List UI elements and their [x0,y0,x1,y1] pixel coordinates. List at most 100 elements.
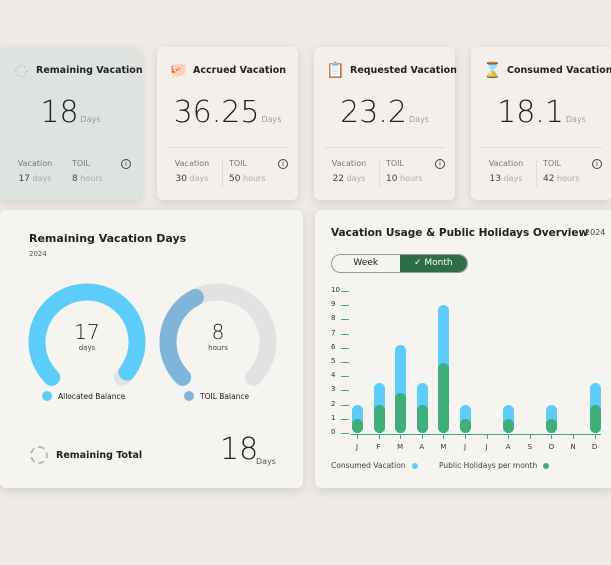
x-tick-label: J [485,443,488,451]
divider [379,159,380,187]
x-tick-mark [508,434,510,439]
info-icon[interactable]: i [435,159,445,169]
bar-public-holidays[interactable] [460,418,471,433]
y-tick-mark [341,333,349,335]
y-tick-mark [341,418,349,420]
bar-public-holidays[interactable] [546,418,558,433]
stat-card: ⌛ Consumed Vacation 18.1 Days Vacation 13 d… [471,47,611,200]
vacation-breakdown: Vacation 30 days [174,159,210,184]
stat-value: 18 Days [40,95,101,130]
card-title: Vacation Usage & Public Holidays Overvie… [331,227,589,239]
y-tick-label: 5 [331,357,336,365]
x-tick-mark [378,434,380,439]
info-icon[interactable]: i [121,159,131,169]
y-tick-mark [341,390,349,392]
x-tick-label: M [440,443,447,451]
stat-value: 36.25 Days [173,95,282,130]
stat-header: ◌ Remaining Vacation [12,61,143,79]
divider [481,147,602,148]
stat-title: Requested Vacation [350,64,457,76]
divider [222,159,223,187]
bar-public-holidays[interactable] [373,404,385,433]
x-tick-label: M [397,443,404,451]
x-tick-label: O [548,443,555,451]
y-tick-label: 4 [331,371,336,380]
remaining-total-label: Remaining Total [56,450,143,461]
x-tick-mark [551,434,553,439]
y-tick-label: 10 [331,286,340,294]
y-tick-mark [341,362,349,363]
stat-title: Remaining Vacation [36,64,143,76]
divider [65,159,66,187]
card-title: Remaining Vacation Days [29,232,187,245]
timer-icon: ◌ [14,61,28,79]
x-tick-label: D [591,443,598,451]
gauge-toil-value: 8 hours [208,320,228,352]
period-toggle: Week ✓ Month [331,254,468,273]
y-tick-label: 8 [331,314,336,323]
toil-breakdown: TOIL 50 hours [229,159,266,184]
stat-card: ◌ Remaining Vacation 18 Days Vacation 17 da… [0,47,143,200]
x-tick-label: J [463,443,467,451]
toil-breakdown: TOIL 8 hours [72,159,103,184]
usage-overview-card: Vacation Usage & Public Holidays Overvie… [315,210,611,488]
legend-consumed: Consumed Vacation [331,461,418,470]
info-icon[interactable]: i [278,159,288,169]
remaining-total-unit: Days [256,457,276,466]
x-tick-label: J [355,443,359,451]
card-year: 2024 [29,250,47,258]
x-tick-label: N [570,443,576,451]
x-tick-label: A [419,443,425,451]
x-tick-mark [465,434,466,439]
y-tick-label: 3 [331,385,336,394]
y-tick-label: 0 [331,428,336,436]
x-axis [351,434,601,435]
y-tick-mark [341,404,349,406]
vacation-breakdown: Vacation 22 days [331,159,367,184]
info-icon[interactable]: i [592,159,602,169]
y-tick-mark [341,305,349,307]
card-year: 2024 [585,228,606,237]
x-tick-mark [357,434,358,439]
x-tick-mark [421,434,423,439]
stat-card: 📋 Requested Vacation 23.2 Days Vacation 22 … [314,47,457,200]
stat-card: 🐖 Accrued Vacation 36.25 Days Vacation 30 d… [157,47,298,200]
piggy-bank-icon: 🐖 [169,61,188,79]
timer-icon [30,446,48,464]
y-tick-label: 7 [331,328,336,337]
bar-public-holidays[interactable] [503,418,515,433]
bar-public-holidays[interactable] [589,404,601,433]
x-tick-label: A [505,443,511,451]
x-tick-label: F [376,443,381,451]
x-tick-mark [443,434,445,439]
y-tick-mark [341,433,349,434]
legend-holidays: Public Holidays per month [439,461,550,470]
x-tick-label: S [527,443,533,451]
usage-chart: 0 1 2 3 4 5 6 7 8 9 10 J F M A M J J A S O N D [315,280,611,470]
stat-header: 🐖 Accrued Vacation [169,61,286,79]
toggle-month[interactable]: ✓ Month [399,255,467,272]
x-tick-mark [486,434,488,439]
toil-breakdown: TOIL 10 hours [386,159,423,184]
x-tick-mark [594,434,596,439]
toil-breakdown: TOIL 42 hours [543,159,580,184]
divider [536,159,537,187]
gauge-allocated-value: 17 days [74,320,100,352]
clipboard-clock-icon: 📋 [326,61,345,79]
hourglass-icon: ⌛ [483,61,502,79]
y-tick-mark [341,291,349,292]
x-tick-mark [529,434,531,439]
x-tick-mark [573,434,574,439]
divider [10,147,131,148]
vacation-breakdown: Vacation 13 days [488,159,524,184]
bar-public-holidays[interactable] [416,404,428,433]
bar-public-holidays[interactable] [352,418,363,433]
stat-header: 📋 Requested Vacation [326,61,457,79]
bar-public-holidays[interactable] [438,363,450,433]
remaining-vacation-days-card: Remaining Vacation Days 2024 17 days 8 hou… [0,210,303,488]
stat-title: Accrued Vacation [193,64,286,76]
bar-public-holidays[interactable] [395,393,407,433]
y-tick-mark [341,376,349,378]
check-icon: ✓ [413,258,425,268]
toggle-week[interactable]: Week [332,255,400,272]
